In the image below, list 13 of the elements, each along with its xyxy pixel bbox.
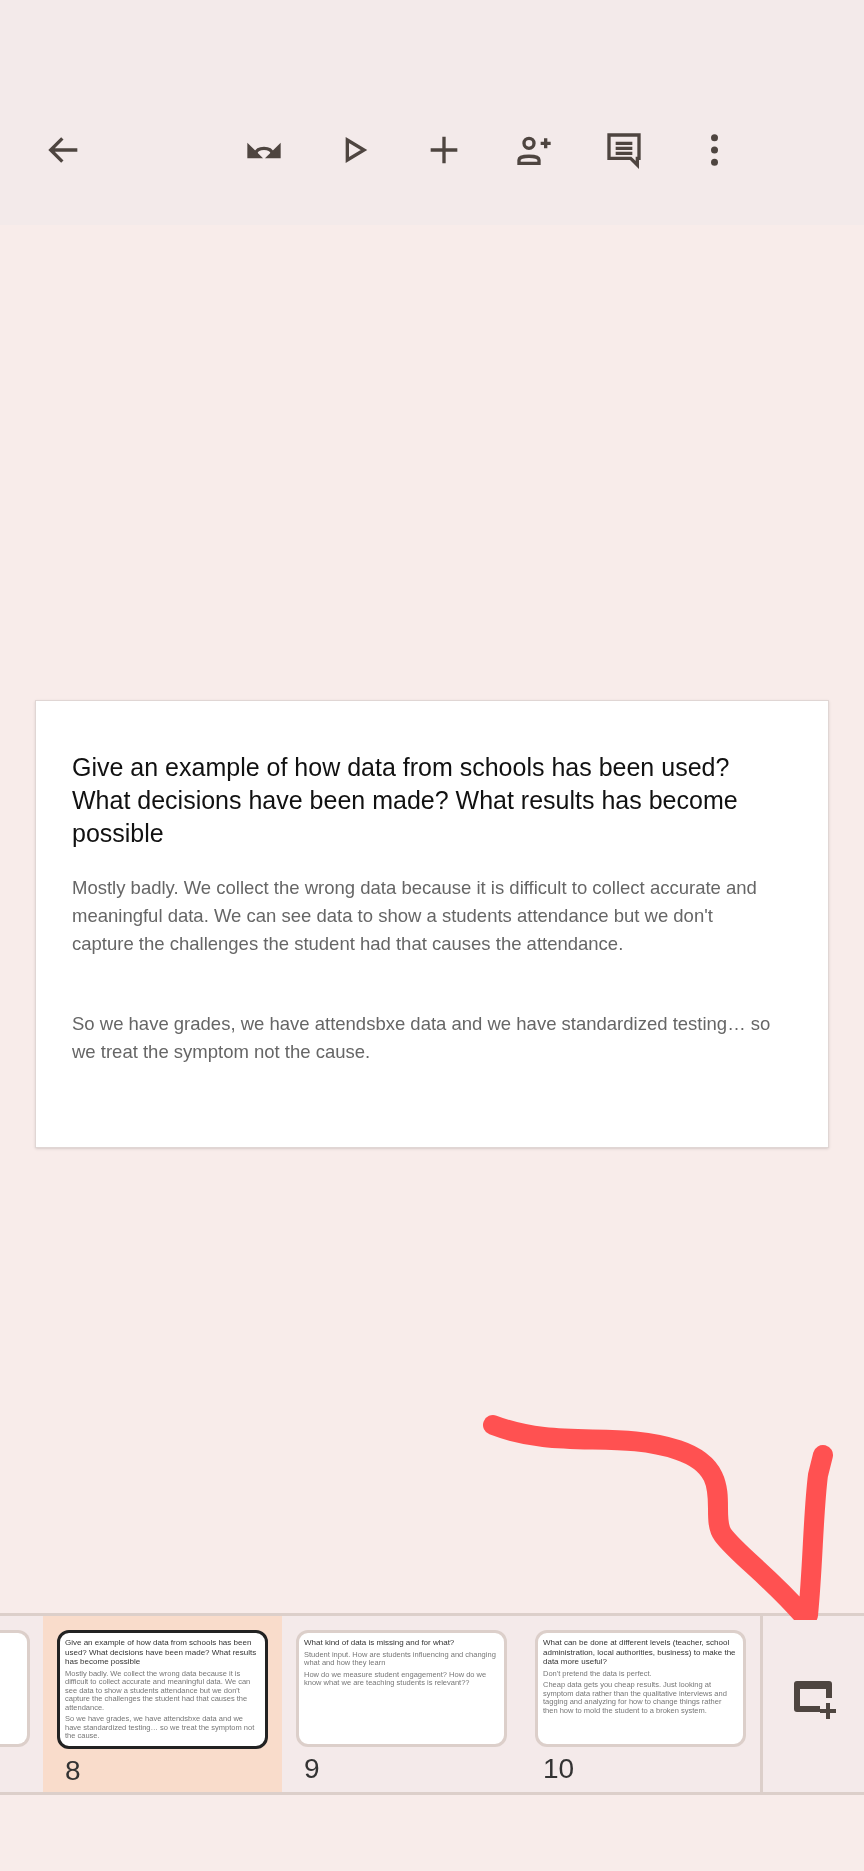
slide-paragraph: So we have grades, we have attendsbxe data and we have standardized testing… so we treat the symptom not the cause. bbox=[72, 1012, 772, 1064]
slide-paragraph: Mostly badly. We collect the wrong data because it is difficult to collect accurate and meaningful data. We can see data to show a students attendance but we don't capture the challenges the student had that causes the attendance. bbox=[72, 876, 758, 956]
slide-number: 10 bbox=[542, 1752, 576, 1786]
slide-number: 8 bbox=[64, 1753, 82, 1788]
comment-icon bbox=[604, 130, 644, 170]
slide-number: 9 bbox=[303, 1752, 321, 1786]
slide-item[interactable] bbox=[43, 1616, 282, 1792]
thumbnail-title: Give an example of how data from schools has been used? What decisions have been made? What results has become possible bbox=[65, 1638, 258, 1667]
thumbnail-title: What can be done at different levels (teacher, school administration, local authorities, business) to make the data more useful? bbox=[543, 1638, 737, 1667]
more-icon bbox=[710, 134, 718, 166]
slide-title: Give an example of how data from schools has been used? What decisions have been made? What results has become possible bbox=[72, 752, 739, 849]
thumbnail-title: What kind of data is missing and for what? bbox=[304, 1638, 456, 1648]
slide-thumbnail[interactable] bbox=[0, 1630, 30, 1747]
